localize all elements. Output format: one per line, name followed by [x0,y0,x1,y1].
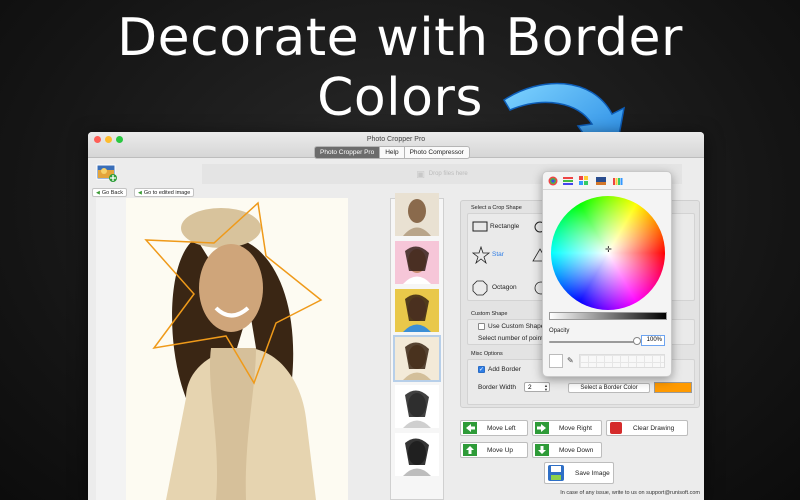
shape-octagon-label: Octagon [492,284,517,291]
edited-photo[interactable] [126,198,348,500]
color-picker-panel: ✛ Opacity 100% ✎ [542,171,672,377]
down-arrow-icon [533,443,551,457]
shape-star[interactable]: Star [472,246,532,264]
headline-line-2: Colors [317,68,483,128]
open-image-icon[interactable] [96,164,118,182]
shape-rectangle[interactable]: Rectangle [472,220,532,234]
clear-drawing-label: Clear Drawing [633,424,675,432]
saved-swatches-grid[interactable] [579,354,665,368]
octagon-icon [472,280,488,296]
go-to-edited-label: Go to edited image [143,190,191,196]
up-arrow-icon [461,443,479,457]
move-up-label: Move Up [487,446,514,454]
clear-red-icon [607,421,625,435]
crop-shape-group-label: Select a Crop Shape [471,205,522,211]
save-image-label: Save Image [575,469,610,477]
shape-star-label: Star [492,251,504,258]
clear-drawing-button[interactable]: Clear Drawing [606,420,688,436]
thumbnail-2[interactable] [395,241,439,284]
image-palette-mode-icon[interactable] [596,176,606,186]
border-width-label: Border Width [478,384,516,391]
thumbnail-list [390,193,444,500]
number-of-points-label: Select number of point [478,335,544,342]
move-down-label: Move Down [559,446,594,454]
opacity-slider-knob[interactable] [633,337,641,345]
color-wheel-cursor-icon: ✛ [605,245,612,254]
window-title: Photo Cropper Pro [366,136,426,143]
move-right-button[interactable]: Move Right [532,420,602,436]
star-icon [472,246,490,264]
current-color-swatch[interactable] [549,354,563,368]
forward-arrow-icon: ◀ [138,190,142,196]
thumbnail-6[interactable] [395,433,439,476]
rectangle-icon [472,221,488,232]
custom-shape-group-label: Custom Shape [471,311,508,317]
left-arrow-icon [461,421,479,435]
stepper-arrows-icon: ▲ ▼ [544,383,548,392]
border-width-stepper[interactable]: 2 ▲ ▼ [524,382,550,392]
back-arrow-icon: ◀ [96,190,100,196]
go-back-button[interactable]: ◀ Go Back [92,188,127,197]
move-left-label: Move Left [487,424,516,432]
right-arrow-icon [533,421,551,435]
add-border-checkbox[interactable]: ✓ [478,366,485,373]
title-bar: Photo Cropper Pro Photo Cropper Pro Help… [88,132,704,159]
misc-options-group-label: Misc Options [471,351,503,357]
move-right-label: Move Right [559,424,592,432]
opacity-label: Opacity [549,328,570,334]
tab-bar: Photo Cropper Pro Help Photo Compressor [314,146,470,159]
move-down-button[interactable]: Move Down [532,442,602,458]
drop-zone-label: Drop files here [428,171,468,177]
color-wheel-mode-icon[interactable] [548,176,558,186]
move-left-button[interactable]: Move Left [460,420,528,436]
image-gutter [96,198,126,500]
thumbnail-3[interactable] [395,289,439,332]
support-note: In case of any issue, write to us on sup… [560,490,700,496]
tab-photo-cropper-pro[interactable]: Photo Cropper Pro [314,146,381,159]
photo-illustration [126,198,348,500]
opacity-slider-track[interactable] [549,341,641,343]
headline-line-1: Decorate with Border [117,8,683,68]
palette-mode-icon[interactable] [579,176,589,186]
opacity-value-field[interactable]: 100% [641,335,665,346]
move-up-button[interactable]: Move Up [460,442,528,458]
border-color-swatch[interactable] [654,382,692,393]
tab-help[interactable]: Help [380,146,405,159]
sliders-mode-icon[interactable] [563,176,573,186]
select-border-color-button[interactable]: Select a Border Color [568,383,650,393]
eyedropper-icon[interactable]: ✎ [567,356,574,365]
shape-octagon[interactable]: Octagon [472,280,532,296]
add-border-label: Add Border [488,366,521,373]
border-width-value: 2 [528,384,532,391]
thumbnail-1[interactable] [395,193,439,236]
save-floppy-icon [545,463,567,483]
shape-rectangle-label: Rectangle [490,223,520,230]
color-picker-modes [543,172,671,190]
thumbnail-4-selected[interactable] [393,335,441,382]
use-custom-shape-label: Use Custom Shape [488,323,545,330]
go-back-label: Go Back [101,190,123,196]
drop-box-icon: ▣ [416,168,425,179]
crayons-mode-icon[interactable] [613,176,623,186]
go-to-edited-button[interactable]: ◀ Go to edited image [134,188,195,197]
tab-photo-compressor[interactable]: Photo Compressor [404,146,470,159]
brightness-slider[interactable] [549,312,667,320]
save-image-button[interactable]: Save Image [544,462,614,484]
use-custom-shape-checkbox[interactable] [478,323,485,330]
thumbnail-5[interactable] [395,385,439,428]
